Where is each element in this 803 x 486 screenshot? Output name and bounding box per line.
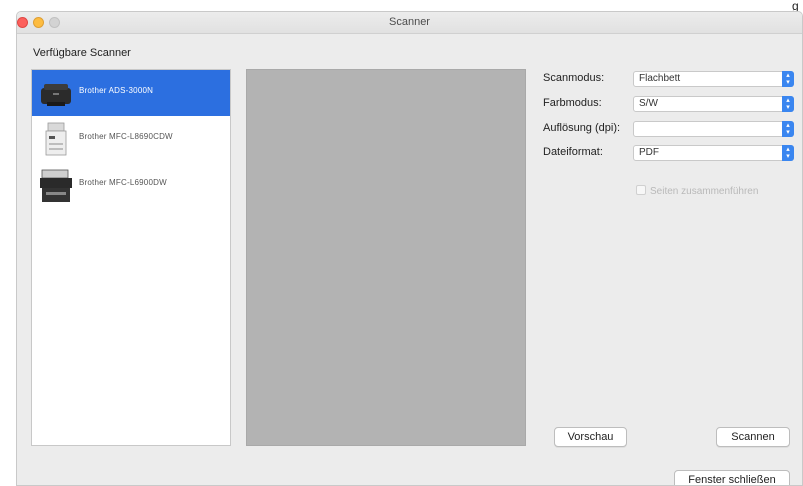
merge-pages-label: Seiten zusammenführen	[650, 186, 759, 197]
scanner-item-ads-3000n[interactable]: Brother ADS-3000N	[32, 70, 230, 116]
merge-pages-checkbox[interactable]	[636, 185, 646, 195]
file-format-label: Dateiformat:	[543, 146, 603, 158]
resolution-select[interactable]: ▴ ▾	[633, 121, 794, 137]
title-bar: Scanner	[17, 12, 802, 34]
scanner-window: Scanner Verfügbare Scanner Brother ADS-3…	[16, 11, 803, 486]
resolution-label: Auflösung (dpi):	[543, 122, 621, 134]
scan-preview-area	[246, 69, 526, 446]
laser-printer-icon	[45, 122, 67, 156]
multifunction-printer-icon	[40, 169, 72, 202]
chevron-up-down-icon: ▴ ▾	[782, 121, 794, 137]
file-format-value: PDF	[639, 147, 659, 158]
merge-pages-option[interactable]: Seiten zusammenführen	[636, 185, 758, 197]
chevron-up-down-icon: ▴ ▾	[782, 96, 794, 112]
scan-mode-value: Flachbett	[639, 73, 681, 84]
chevron-up-down-icon: ▴ ▾	[782, 145, 794, 161]
document-scanner-icon	[41, 84, 71, 106]
color-mode-label: Farbmodus:	[543, 97, 602, 109]
scan-button[interactable]: Scannen	[716, 427, 790, 447]
scanner-item-mfc-l8690cdw[interactable]: Brother MFC-L8690CDW	[32, 116, 230, 162]
chevron-up-down-icon: ▴ ▾	[782, 71, 794, 87]
scanner-item-mfc-l6900dw[interactable]: Brother MFC-L6900DW	[32, 162, 230, 208]
scanner-item-label: Brother ADS-3000N	[79, 86, 154, 95]
file-format-select[interactable]: PDF ▴ ▾	[633, 145, 794, 161]
scanner-item-label: Brother MFC-L6900DW	[79, 178, 167, 187]
scan-mode-label: Scanmodus:	[543, 72, 605, 84]
available-scanners-heading: Verfügbare Scanner	[33, 47, 131, 59]
color-mode-select[interactable]: S/W ▴ ▾	[633, 96, 794, 112]
window-title: Scanner	[389, 16, 430, 28]
scan-mode-select[interactable]: Flachbett ▴ ▾	[633, 71, 794, 87]
close-window-button[interactable]: Fenster schließen	[674, 470, 790, 485]
preview-button[interactable]: Vorschau	[554, 427, 627, 447]
color-mode-value: S/W	[639, 98, 658, 109]
scanner-item-label: Brother MFC-L8690CDW	[79, 132, 173, 141]
scanner-list[interactable]: Brother ADS-3000N Brother MFC-L8690CDW B…	[31, 69, 231, 446]
